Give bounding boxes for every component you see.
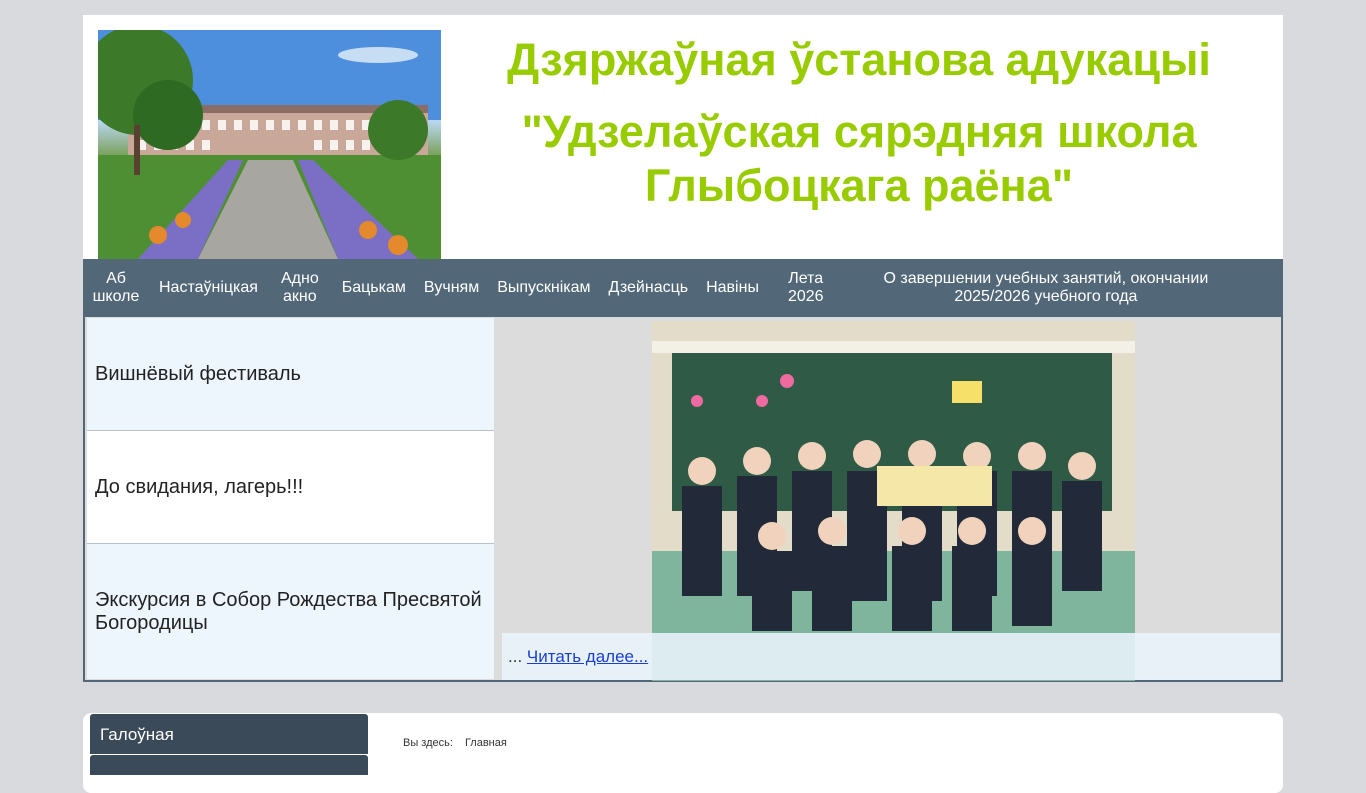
nav-item-summer-2026[interactable]: Лета 2026 [768, 270, 844, 306]
slide-item-goodbye-camp[interactable]: До свидания, лагерь!!! [87, 431, 494, 544]
breadcrumb-current[interactable]: Главная [465, 737, 507, 749]
nav-item-one-window[interactable]: Адно акно [267, 270, 333, 306]
main-navigation: Аб школе Настаўніцкая Адно акно Бацькам … [83, 259, 1283, 317]
nav-item-activity[interactable]: Дзейнасць [600, 279, 698, 297]
page-container: Дзяржаўная ўстанова адукацыі "Удзелаўска… [83, 15, 1283, 682]
school-title: Дзяржаўная ўстанова адукацыі "Удзелаўска… [459, 33, 1259, 213]
class-photo [652, 321, 1135, 681]
read-more-ellipsis: ... [508, 647, 523, 666]
title-line-1: Дзяржаўная ўстанова адукацыі [507, 34, 1211, 85]
nav-item-parents[interactable]: Бацькам [333, 279, 415, 297]
content-area: Галоўная Вы здесь: Главная [83, 713, 1283, 793]
slide-item-cherry-festival[interactable]: Вишнёвый фестиваль [87, 318, 494, 431]
news-slider: Вишнёвый фестиваль До свидания, лагерь!!… [83, 317, 1283, 682]
breadcrumb-prefix: Вы здесь: [403, 737, 453, 749]
sidebar-item-next[interactable] [90, 755, 368, 775]
nav-item-students[interactable]: Вучням [415, 279, 488, 297]
nav-item-news[interactable]: Навіны [697, 279, 768, 297]
site-header: Дзяржаўная ўстанова адукацыі "Удзелаўска… [83, 15, 1283, 259]
nav-item-end-of-school-year[interactable]: О завершении учебных занятий, окончании … [844, 270, 1218, 306]
slide-item-cathedral-excursion[interactable]: Экскурсия в Собор Рождества Пресвятой Бо… [87, 544, 494, 679]
nav-item-teachers[interactable]: Настаўніцкая [150, 279, 267, 297]
nav-item-about-school[interactable]: Аб школе [83, 270, 150, 306]
read-more-link[interactable]: Читать далее... [527, 647, 648, 666]
title-line-2: "Удзелаўская сярэдняя школа Глыбоцкага р… [521, 106, 1197, 211]
school-building-photo [98, 30, 441, 259]
sidebar-item-home[interactable]: Галоўная [90, 714, 368, 754]
nav-item-graduates[interactable]: Выпускнікам [488, 279, 599, 297]
read-more-bar: ... Читать далее... [502, 633, 1280, 680]
slide-list: Вишнёвый фестиваль До свидания, лагерь!!… [87, 318, 494, 680]
breadcrumb: Вы здесь: Главная [403, 737, 507, 749]
